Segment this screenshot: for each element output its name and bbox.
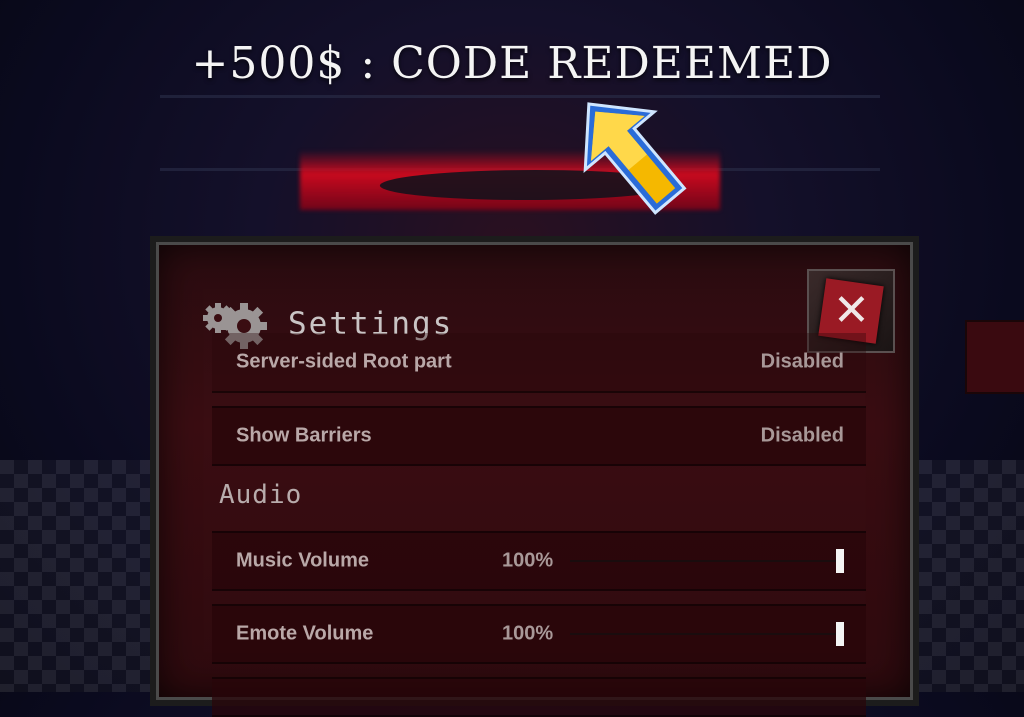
volume-percent: 100% bbox=[502, 622, 554, 645]
setting-row-show-barriers[interactable]: Show Barriers Disabled bbox=[212, 406, 866, 466]
volume-label: Emote Volume bbox=[236, 622, 374, 645]
setting-row-music-volume: Music Volume 100% bbox=[212, 531, 866, 591]
pointer-arrow-icon bbox=[565, 85, 695, 220]
code-redeemed-banner: +500$ : CODE REDEEMED bbox=[191, 38, 833, 89]
setting-label: Show Barriers bbox=[236, 424, 372, 447]
checkered-floor-left bbox=[0, 460, 150, 692]
setting-row-emote-volume: Emote Volume 100% bbox=[212, 604, 866, 664]
wall-poster bbox=[965, 320, 1024, 394]
settings-panel: Settings ✕ Server-sided Root part Disabl… bbox=[150, 236, 919, 717]
audio-section-heading: Audio bbox=[219, 480, 303, 510]
setting-row-root-part[interactable]: Server-sided Root part Disabled bbox=[212, 333, 866, 393]
slider-knob[interactable] bbox=[836, 622, 844, 646]
close-icon: ✕ bbox=[832, 285, 870, 336]
music-volume-slider[interactable] bbox=[570, 549, 844, 573]
volume-label: Music Volume bbox=[236, 549, 369, 572]
setting-value[interactable]: Disabled bbox=[761, 351, 844, 374]
setting-label: Server-sided Root part bbox=[236, 350, 452, 373]
setting-row-next bbox=[212, 677, 866, 717]
emote-volume-slider[interactable] bbox=[570, 622, 844, 646]
setting-value[interactable]: Disabled bbox=[761, 425, 844, 448]
checkered-floor-right bbox=[918, 460, 1024, 692]
volume-percent: 100% bbox=[502, 549, 554, 572]
slider-knob[interactable] bbox=[836, 549, 844, 573]
